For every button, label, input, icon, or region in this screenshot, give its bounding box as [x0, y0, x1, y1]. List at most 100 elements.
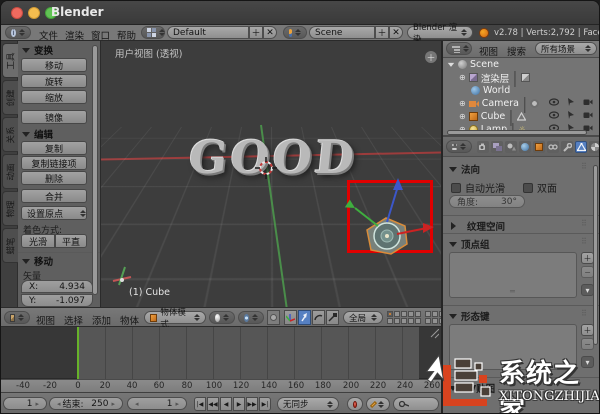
outliner-row-camera[interactable]: ⊕ Camera | — [459, 94, 540, 113]
manipulator-scale-button[interactable] — [326, 310, 339, 325]
panel-header-normals[interactable]: 法向 — [449, 162, 480, 176]
auto-smooth-checkbox[interactable]: 自动光滑 — [451, 180, 505, 195]
object-tab-icon[interactable] — [533, 141, 545, 153]
resize-grip-icon[interactable] — [427, 329, 439, 341]
tab-physics[interactable]: 物理 — [2, 191, 18, 226]
viewport-shading-selector[interactable] — [209, 311, 235, 324]
move-x-field[interactable]: X: 4.934 — [21, 280, 93, 293]
duplicate-button[interactable]: 复制 — [21, 141, 87, 155]
outliner-row-cube[interactable]: ⊕ Cube | — [459, 107, 526, 126]
restriction-toggles-camera[interactable] — [549, 98, 593, 106]
panel-header-shape-keys[interactable]: 形态键 — [449, 309, 490, 323]
join-button[interactable]: 合并 — [21, 189, 87, 203]
close-window-icon[interactable] — [11, 7, 23, 19]
tool-shelf-scrollbar[interactable] — [92, 45, 98, 295]
menu-window[interactable]: 窗口 — [91, 28, 110, 42]
tab-relations[interactable]: 关系 — [2, 117, 18, 152]
layers-widget-group1[interactable] — [387, 311, 421, 324]
panel-header-move-operator[interactable]: 移动 — [22, 254, 53, 268]
minimize-window-icon[interactable] — [28, 7, 40, 19]
shade-smooth-button[interactable]: 光滑 — [21, 234, 55, 248]
world-tab-icon[interactable] — [519, 141, 531, 153]
jump-to-start-button[interactable]: |◀ — [194, 397, 206, 411]
timeline-playhead[interactable] — [77, 327, 79, 379]
outliner-row-render-layers[interactable]: ⊕ 渲染层 | — [459, 68, 530, 87]
view-menu[interactable]: 视图 — [36, 313, 55, 327]
jump-to-end-button[interactable]: ▶| — [259, 397, 271, 411]
render-engine-selector[interactable]: Blender 渲染 — [407, 23, 473, 45]
keying-set-selector[interactable] — [366, 397, 390, 411]
menu-file[interactable]: 文件 — [39, 28, 58, 42]
render-tab-icon[interactable] — [477, 141, 489, 153]
selected-object-gizmo[interactable] — [331, 166, 441, 266]
add-scene-button[interactable]: ＋ — [375, 26, 389, 39]
scene-name-field[interactable]: Scene — [309, 26, 375, 39]
timeline-ruler[interactable]: -40 -20 0 20 40 60 80 100 120 140 160 18… — [1, 379, 441, 392]
smooth-angle-field[interactable]: 角度: 30° — [449, 195, 525, 208]
constraints-tab-icon[interactable] — [547, 141, 559, 153]
panel-header-texture-space[interactable]: 纹理空间 — [449, 219, 505, 233]
tab-tools[interactable]: 工具 — [2, 43, 18, 78]
layout-name-field[interactable]: Default — [167, 26, 249, 39]
mode-selector[interactable]: 物体模式 — [144, 308, 206, 330]
restriction-toggles-cube[interactable] — [549, 111, 593, 119]
editor-type-outliner-button[interactable] — [446, 42, 472, 55]
modifiers-tab-icon[interactable] — [561, 141, 573, 153]
duplicate-linked-button[interactable]: 复制链接项 — [21, 156, 87, 170]
play-button[interactable]: ▶ — [233, 397, 245, 411]
shade-flat-button[interactable]: 平直 — [55, 234, 87, 248]
mirror-button[interactable]: 镜像 — [21, 110, 87, 124]
play-reverse-button[interactable]: ◀ — [220, 397, 232, 411]
start-frame-field[interactable]: 1 ▸ — [3, 397, 47, 410]
scale-button[interactable]: 缩放 — [21, 90, 87, 104]
keying-insert-field[interactable] — [393, 397, 439, 411]
screen-layout-selector[interactable] — [141, 26, 165, 39]
material-tab-icon[interactable] — [589, 141, 599, 153]
panel-header-edit[interactable]: 编辑 — [22, 127, 53, 141]
end-frame-field[interactable]: ◂ 结束: 250 ▸ — [49, 397, 123, 410]
outliner-row-world[interactable]: World — [471, 84, 510, 97]
manipulator-translate-button[interactable] — [298, 310, 311, 325]
properties-scrollbar[interactable] — [593, 165, 598, 345]
pivot-point-selector[interactable] — [238, 311, 264, 324]
add-layout-button[interactable]: ＋ — [249, 26, 263, 39]
delete-button[interactable]: 删除 — [21, 171, 87, 185]
proportional-edit-icon[interactable] — [267, 310, 280, 325]
outliner-search-menu[interactable]: 搜索 — [507, 44, 526, 58]
outliner-view-menu[interactable]: 视图 — [479, 44, 498, 58]
timeline-tracks[interactable] — [1, 327, 441, 379]
delete-scene-button[interactable]: ✕ — [389, 26, 403, 39]
panel-header-vertex-groups[interactable]: 顶点组 — [449, 237, 490, 251]
menu-render[interactable]: 渲染 — [65, 28, 84, 42]
scene-tab-icon[interactable] — [505, 141, 517, 153]
delete-layout-button[interactable]: ✕ — [263, 26, 277, 39]
list-resize-grip[interactable]: ═ — [510, 287, 515, 296]
next-keyframe-button[interactable]: ▶▶ — [246, 397, 258, 411]
manipulator-rotate-button[interactable] — [312, 310, 325, 325]
current-frame-field[interactable]: ◂ 1 ▸ — [127, 397, 187, 410]
manipulator-axes-button[interactable] — [284, 310, 297, 325]
editor-type-info-button[interactable]: i — [5, 26, 31, 39]
sync-mode-selector[interactable]: 无同步 — [277, 397, 339, 411]
double-sided-checkbox[interactable]: 双面 — [523, 180, 557, 195]
outliner-display-mode-selector[interactable]: 所有场景 — [535, 42, 597, 55]
select-menu[interactable]: 选择 — [64, 313, 83, 327]
rotate-button[interactable]: 旋转 — [21, 74, 87, 88]
prev-keyframe-button[interactable]: ◀◀ — [207, 397, 219, 411]
add-menu[interactable]: 添加 — [92, 313, 111, 327]
tab-create[interactable]: 创建 — [2, 80, 18, 115]
auto-keyframe-button[interactable] — [347, 397, 363, 411]
menu-help[interactable]: 帮助 — [117, 28, 136, 42]
tab-animation[interactable]: 动画 — [2, 154, 18, 189]
object-menu[interactable]: 物体 — [120, 313, 139, 327]
editor-type-3dview-button[interactable] — [4, 311, 30, 324]
render-layers-tab-icon[interactable] — [491, 141, 503, 153]
vertex-groups-list[interactable]: ═ — [449, 252, 577, 298]
editor-type-properties-button[interactable] — [446, 140, 472, 153]
panel-header-transform[interactable]: 变换 — [22, 43, 53, 57]
set-origin-dropdown[interactable]: 设置原点 — [21, 206, 87, 220]
object-data-tab-icon[interactable] — [575, 141, 587, 153]
scene-selector[interactable] — [283, 26, 307, 39]
move-y-field[interactable]: Y: -1.097 — [21, 294, 93, 307]
transform-orientation-selector[interactable]: 全局 — [343, 311, 383, 324]
